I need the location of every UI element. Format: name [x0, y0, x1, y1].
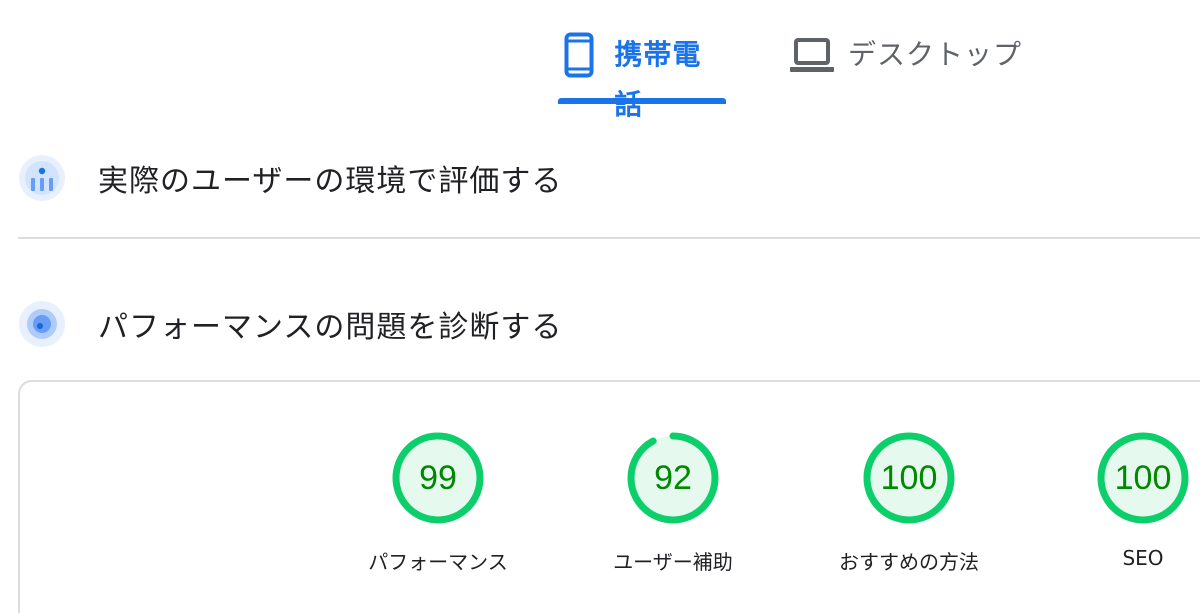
score-label: SEO: [1122, 546, 1164, 570]
score-gauge-seo[interactable]: 100 SEO: [1043, 430, 1200, 570]
diagnose-section-header[interactable]: パフォーマンスの問題を診断する: [18, 298, 562, 350]
score-value: 100: [1114, 458, 1172, 497]
smartphone-icon: [558, 30, 600, 80]
field-data-chart-icon: [18, 154, 66, 202]
score-gauge-best-practices[interactable]: 100 おすすめの方法: [809, 430, 1009, 575]
tab-desktop[interactable]: デスクトップ: [790, 30, 1040, 104]
pagespeed-report: 携帯電話 デスクトップ 実際のユーザーの環境で評価する パフォーマンスの問題を診…: [0, 0, 1200, 613]
tab-desktop-label: デスクトップ: [848, 38, 1023, 71]
device-tabs: 携帯電話 デスクトップ: [0, 0, 1200, 121]
field-data-section-header[interactable]: 実際のユーザーの環境で評価する: [18, 152, 562, 204]
lab-data-compass-icon: [18, 300, 66, 348]
diagnose-title: パフォーマンスの問題を診断する: [98, 310, 563, 345]
section-divider: [18, 237, 1200, 239]
score-label: ユーザー補助: [613, 550, 733, 574]
score-gauge-accessibility[interactable]: 92 ユーザー補助: [573, 430, 773, 575]
score-value: 100: [880, 458, 938, 497]
score-value: 99: [419, 458, 457, 497]
score-value: 92: [654, 458, 692, 497]
score-summary-card: 99 パフォーマンス 92 ユーザー補助 100 おすすめの方法 100 SEO: [18, 380, 1200, 613]
field-data-title: 実際のユーザーの環境で評価する: [98, 164, 563, 199]
active-tab-indicator: [558, 98, 726, 104]
score-label: パフォーマンス: [368, 550, 508, 574]
tab-mobile-label: 携帯電話: [614, 38, 702, 121]
score-label: おすすめの方法: [839, 550, 979, 574]
tab-mobile[interactable]: 携帯電話: [558, 30, 726, 121]
laptop-icon: [790, 30, 834, 80]
score-gauge-performance[interactable]: 99 パフォーマンス: [338, 430, 538, 575]
